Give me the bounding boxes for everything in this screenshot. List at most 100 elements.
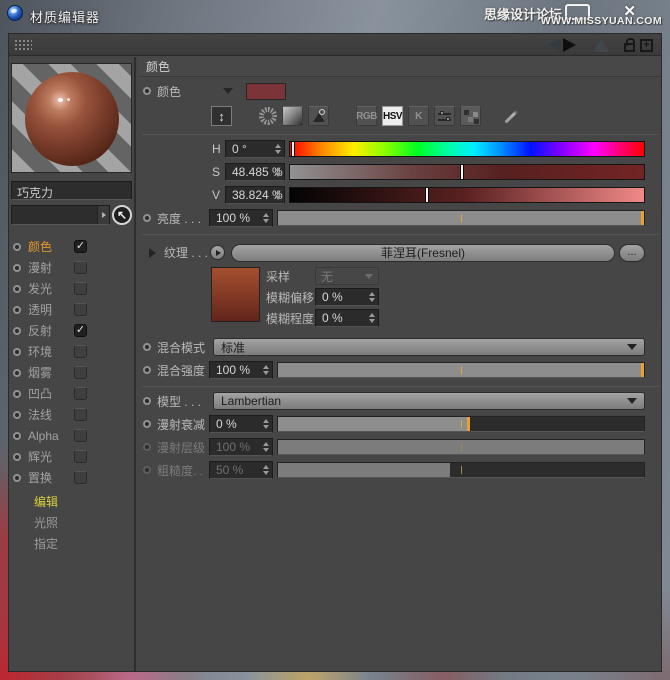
channel-label[interactable]: 反射 (28, 322, 70, 339)
hue-slider[interactable] (289, 141, 645, 157)
hsv-mode-button[interactable]: HSV (382, 106, 403, 126)
channel-radio[interactable] (13, 327, 21, 335)
channel-radio[interactable] (13, 390, 21, 398)
channel-label[interactable]: 凹凸 (28, 385, 70, 402)
channel-row[interactable]: 环境 (9, 341, 134, 362)
channel-radio[interactable] (13, 411, 21, 419)
channel-row[interactable]: 置换 (9, 467, 134, 488)
drag-grip-handle[interactable] (14, 39, 32, 51)
title-bar[interactable]: 材质编辑器 ✕ 思缘设计论坛 WWW.MISSYUAN.COM (0, 0, 670, 33)
mixer-icon[interactable] (434, 106, 455, 126)
diffuse-falloff-field[interactable]: 0 % (209, 415, 273, 433)
nav-up-icon[interactable] (593, 39, 609, 52)
channel-checkbox[interactable] (74, 261, 87, 274)
value-slider-handle[interactable] (425, 187, 429, 203)
preview-scene-dropdown[interactable] (11, 205, 110, 225)
channel-checkbox[interactable] (74, 387, 87, 400)
channel-row[interactable]: 凹凸 (9, 383, 134, 404)
color-dropdown-icon[interactable] (223, 88, 233, 94)
blur-offset-field[interactable]: 0 % (315, 288, 379, 306)
spinner-arrows-icon[interactable] (275, 189, 281, 201)
color-wheel-icon[interactable] (259, 107, 277, 125)
nav-back-icon[interactable] (549, 38, 561, 52)
channel-row[interactable]: 漫射 (9, 257, 134, 278)
channel-checkbox[interactable] (74, 471, 87, 484)
brightness-slider[interactable] (277, 210, 645, 226)
spinner-arrows-icon[interactable] (275, 143, 281, 155)
channel-row[interactable]: 透明 (9, 299, 134, 320)
texture-shader-button[interactable]: 菲涅耳(Fresnel) (231, 244, 615, 262)
channel-label[interactable]: 辉光 (28, 448, 70, 465)
spinner-arrows-icon[interactable] (369, 312, 375, 324)
channel-radio[interactable] (13, 369, 21, 377)
channel-radio[interactable] (13, 285, 21, 293)
model-radio[interactable] (143, 397, 151, 405)
spinner-arrows-icon[interactable] (263, 212, 269, 224)
spectrum-icon[interactable] (282, 106, 303, 126)
spinner-arrows-icon[interactable] (263, 364, 269, 376)
spinner-arrows-icon[interactable] (369, 291, 375, 303)
texture-expand-icon[interactable] (149, 248, 156, 258)
color-param-radio[interactable] (143, 87, 151, 95)
channel-radio[interactable] (13, 348, 21, 356)
channel-row[interactable]: 颜色✓ (9, 236, 134, 257)
hue-slider-handle[interactable] (291, 141, 295, 157)
channel-row[interactable]: 发光 (9, 278, 134, 299)
channel-label[interactable]: 法线 (28, 406, 70, 423)
channel-checkbox[interactable] (74, 366, 87, 379)
channel-checkbox[interactable] (74, 450, 87, 463)
maximize-button[interactable] (565, 4, 590, 20)
channel-checkbox[interactable] (74, 282, 87, 295)
dropdown-expand-icon[interactable] (97, 206, 109, 224)
new-window-icon[interactable]: + (640, 39, 653, 52)
diffuse-falloff-radio[interactable] (143, 420, 151, 428)
value-slider[interactable] (289, 187, 645, 203)
channel-checkbox[interactable] (74, 303, 87, 316)
image-picker-icon[interactable] (308, 106, 329, 126)
channel-label[interactable]: 漫射 (28, 259, 70, 276)
page-tab[interactable]: 光照 (9, 512, 134, 533)
rgb-mode-button[interactable]: RGB (356, 106, 377, 126)
channel-radio[interactable] (13, 264, 21, 272)
channel-radio[interactable] (13, 306, 21, 314)
material-name-input[interactable]: 巧克力 (11, 181, 132, 200)
channel-checkbox[interactable]: ✓ (74, 240, 87, 253)
mix-strength-radio[interactable] (143, 366, 151, 374)
brightness-value-field[interactable]: 100 % (209, 209, 273, 227)
mix-strength-slider-handle[interactable] (641, 363, 644, 377)
mix-mode-radio[interactable] (143, 343, 151, 351)
color-swatch[interactable] (246, 83, 286, 100)
diffuse-falloff-slider[interactable] (277, 416, 645, 432)
mix-strength-field[interactable]: 100 % (209, 361, 273, 379)
brightness-slider-handle[interactable] (641, 211, 644, 225)
channel-radio[interactable] (13, 453, 21, 461)
channel-checkbox[interactable] (74, 345, 87, 358)
model-dropdown[interactable]: Lambertian (213, 392, 645, 410)
texture-preview[interactable] (211, 267, 260, 322)
spinner-arrows-icon[interactable] (263, 418, 269, 430)
channel-row[interactable]: 辉光 (9, 446, 134, 467)
channel-label[interactable]: 发光 (28, 280, 70, 297)
channel-label[interactable]: 烟雾 (28, 364, 70, 381)
channel-radio[interactable] (13, 474, 21, 482)
saturation-slider[interactable] (289, 164, 645, 180)
mix-mode-dropdown[interactable]: 标准 (213, 338, 645, 356)
texture-menu-button[interactable] (210, 245, 225, 260)
channel-label[interactable]: Alpha (28, 429, 70, 443)
channel-row[interactable]: 烟雾 (9, 362, 134, 383)
channel-row[interactable]: Alpha (9, 425, 134, 446)
channel-checkbox[interactable]: ✓ (74, 324, 87, 337)
channel-row[interactable]: 反射 ✓ (9, 320, 134, 341)
channel-label[interactable]: 置换 (28, 469, 70, 486)
hue-value-field[interactable]: 0 ° (225, 140, 285, 158)
saturation-slider-handle[interactable] (460, 164, 464, 180)
close-button[interactable]: ✕ (623, 2, 636, 20)
swatches-icon[interactable] (460, 106, 481, 126)
channel-label[interactable]: 环境 (28, 343, 70, 360)
channel-label[interactable]: 透明 (28, 301, 70, 318)
spinner-arrows-icon[interactable] (275, 166, 281, 178)
k-mode-button[interactable]: K (408, 106, 429, 126)
value-value-field[interactable]: 38.824 % (225, 186, 285, 204)
mix-strength-slider[interactable] (277, 362, 645, 378)
channel-row[interactable]: 法线 (9, 404, 134, 425)
